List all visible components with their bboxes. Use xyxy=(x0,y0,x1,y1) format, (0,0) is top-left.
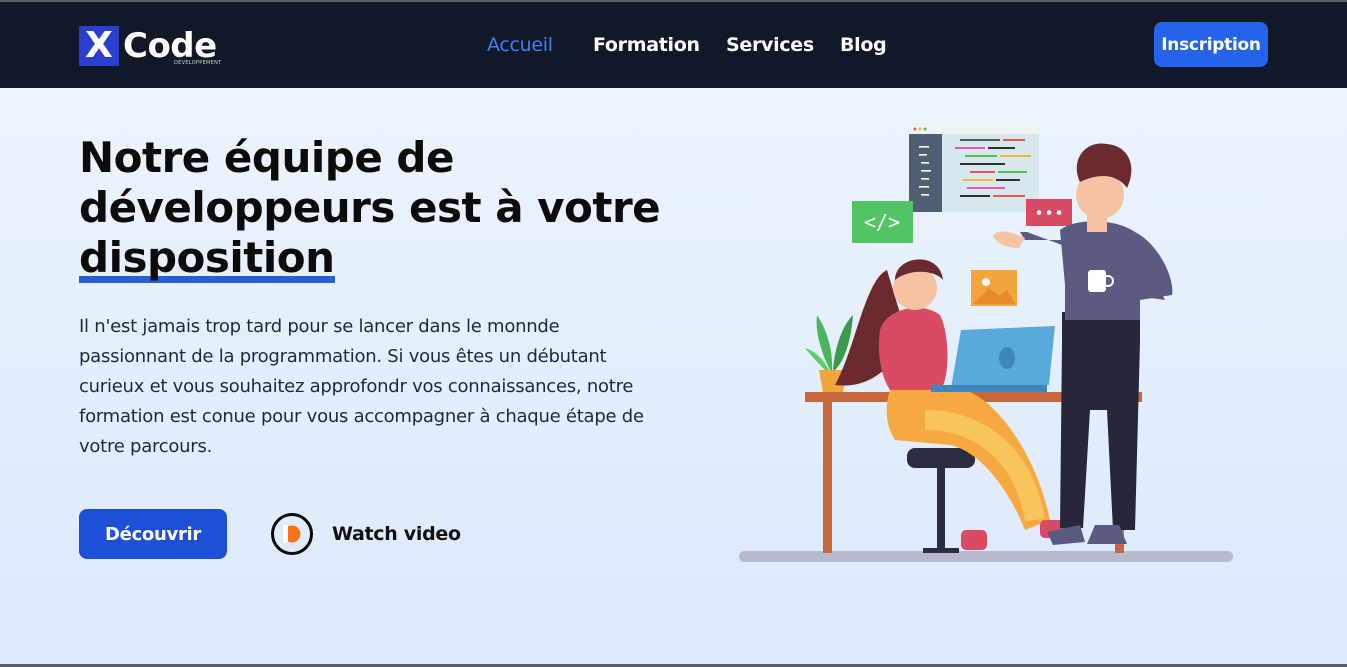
logo-mark: X xyxy=(79,26,119,66)
hero-title: Notre équipe de développeurs est à votre… xyxy=(79,133,679,283)
navbar: X Code DÉVELOPPEMENT Accueil Formation S… xyxy=(0,2,1347,88)
logo-tagline: DÉVELOPPEMENT xyxy=(174,60,222,66)
nav-link-services[interactable]: Services xyxy=(726,34,814,56)
play-icon xyxy=(283,525,301,543)
nav-link-blog[interactable]: Blog xyxy=(840,34,887,56)
nav-link-formation[interactable]: Formation xyxy=(593,34,700,56)
developers-illustration: </> xyxy=(739,124,1233,562)
play-circle[interactable] xyxy=(271,513,313,555)
code-window xyxy=(909,124,1039,212)
chat-dots-icon xyxy=(1026,199,1072,226)
logo[interactable]: X Code DÉVELOPPEMENT xyxy=(79,26,222,68)
hero-description: Il n'est jamais trop tard pour se lancer… xyxy=(79,316,644,457)
discover-button[interactable]: Découvrir xyxy=(79,509,227,559)
signup-button[interactable]: Inscription xyxy=(1154,22,1268,67)
watch-video-button[interactable]: Watch video xyxy=(271,513,461,555)
woman xyxy=(835,259,1072,550)
laptop xyxy=(931,326,1055,392)
image-icon xyxy=(971,270,1017,306)
floor-shadow xyxy=(739,551,1233,562)
svg-text:</>: </> xyxy=(864,210,900,234)
hero-title-highlight: disposition xyxy=(79,233,335,283)
watch-video-label: Watch video xyxy=(332,523,461,545)
code-tag-icon: </> xyxy=(852,201,913,243)
hero-title-text: Notre équipe de développeurs est à votre xyxy=(79,133,661,232)
nav-link-accueil[interactable]: Accueil xyxy=(487,34,553,56)
hero-title-highlight-text: disposition xyxy=(79,233,335,282)
